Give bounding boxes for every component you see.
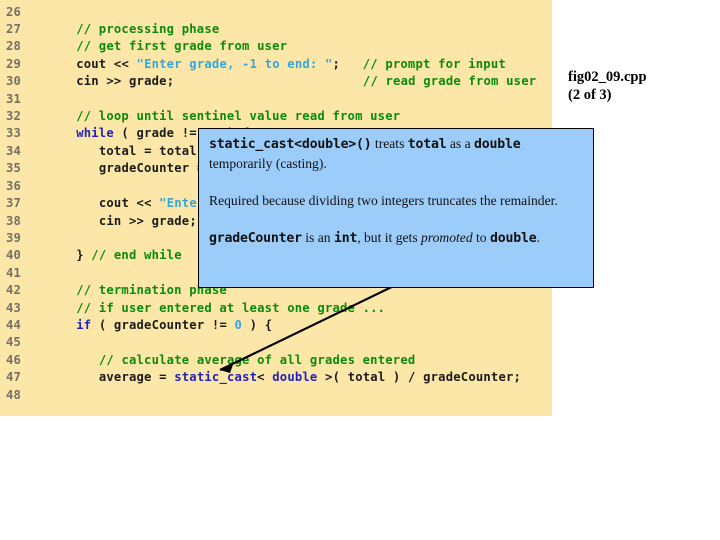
code-line-number: 32 — [6, 109, 22, 124]
code-line-number: 36 — [6, 178, 22, 193]
code-line-number: 27 — [6, 21, 22, 36]
code-line-number: 31 — [6, 91, 22, 106]
code-line-number: 35 — [6, 161, 22, 176]
code-line-text: // calculate average of all grades enter… — [98, 352, 416, 367]
callout-text-is-an: is an — [301, 230, 334, 245]
callout-paragraph-1: static_cast<double>() treats total as a … — [209, 134, 585, 173]
code-line-number: 42 — [6, 283, 22, 298]
code-line-number: 38 — [6, 213, 22, 228]
code-line-number: 43 — [6, 300, 22, 315]
code-line-text: // loop until sentinel value read from u… — [76, 109, 401, 124]
callout-spacer-2 — [209, 210, 585, 228]
callout-text-period: . — [536, 230, 540, 245]
code-line-text: cout << "Enter grade, -1 to end: "; // p… — [76, 56, 506, 71]
callout-text-treats: treats — [371, 136, 408, 151]
code-line-number: 34 — [6, 143, 22, 158]
callout-box: static_cast<double>() treats total as a … — [198, 128, 594, 288]
code-line-text: average = static_cast< double >( total )… — [98, 370, 522, 385]
code-line-text: cin >> grade; — [98, 213, 197, 228]
callout-text-temporarily: temporarily (casting). — [209, 156, 327, 171]
code-line-text: cin >> grade; // read grade from user — [76, 74, 537, 89]
figure-label: fig02_09.cpp (2 of 3) — [568, 68, 647, 104]
code-line-number: 41 — [6, 265, 22, 280]
callout-text-but-it-gets: , but it gets — [357, 230, 422, 245]
callout-paragraph-3: gradeCounter is an int, but it gets prom… — [209, 228, 585, 248]
code-line-number: 37 — [6, 196, 22, 211]
figure-filename: fig02_09.cpp — [568, 69, 647, 85]
callout-code-double-1: double — [474, 137, 521, 152]
callout-paragraph-2: Required because dividing two integers t… — [209, 193, 558, 208]
callout-code-gradecounter: gradeCounter — [209, 231, 302, 246]
code-line-text: } // end while — [76, 248, 182, 263]
code-line-number: 47 — [6, 370, 22, 385]
code-line-number: 29 — [6, 56, 22, 71]
callout-code-static-cast: static_cast<double>() — [209, 137, 372, 152]
code-line-text: // processing phase — [76, 21, 220, 36]
callout-code-total: total — [407, 137, 447, 152]
callout-spacer-1 — [209, 173, 585, 191]
code-line-number: 44 — [6, 318, 22, 333]
code-line-number: 48 — [6, 387, 22, 402]
callout-emphasis-promoted: promoted — [421, 230, 473, 245]
figure-part: (2 of 3) — [568, 87, 612, 103]
code-line-number: 46 — [6, 352, 22, 367]
callout-code-int: int — [333, 231, 358, 246]
code-line-number: 39 — [6, 230, 22, 245]
code-line-number: 30 — [6, 74, 22, 89]
callout-text-as-a: as a — [446, 136, 475, 151]
code-line-number: 26 — [6, 4, 22, 19]
code-line-text: // get first grade from user — [76, 39, 288, 54]
code-line-number: 45 — [6, 335, 22, 350]
callout-code-double-2: double — [490, 231, 537, 246]
code-line-text: // if user entered at least one grade ..… — [76, 300, 386, 315]
code-line-number: 33 — [6, 126, 22, 141]
code-line-number: 28 — [6, 39, 22, 54]
code-line-text: if ( gradeCounter != 0 ) { — [76, 318, 273, 333]
callout-text-to: to — [472, 230, 490, 245]
code-line-number: 40 — [6, 248, 22, 263]
